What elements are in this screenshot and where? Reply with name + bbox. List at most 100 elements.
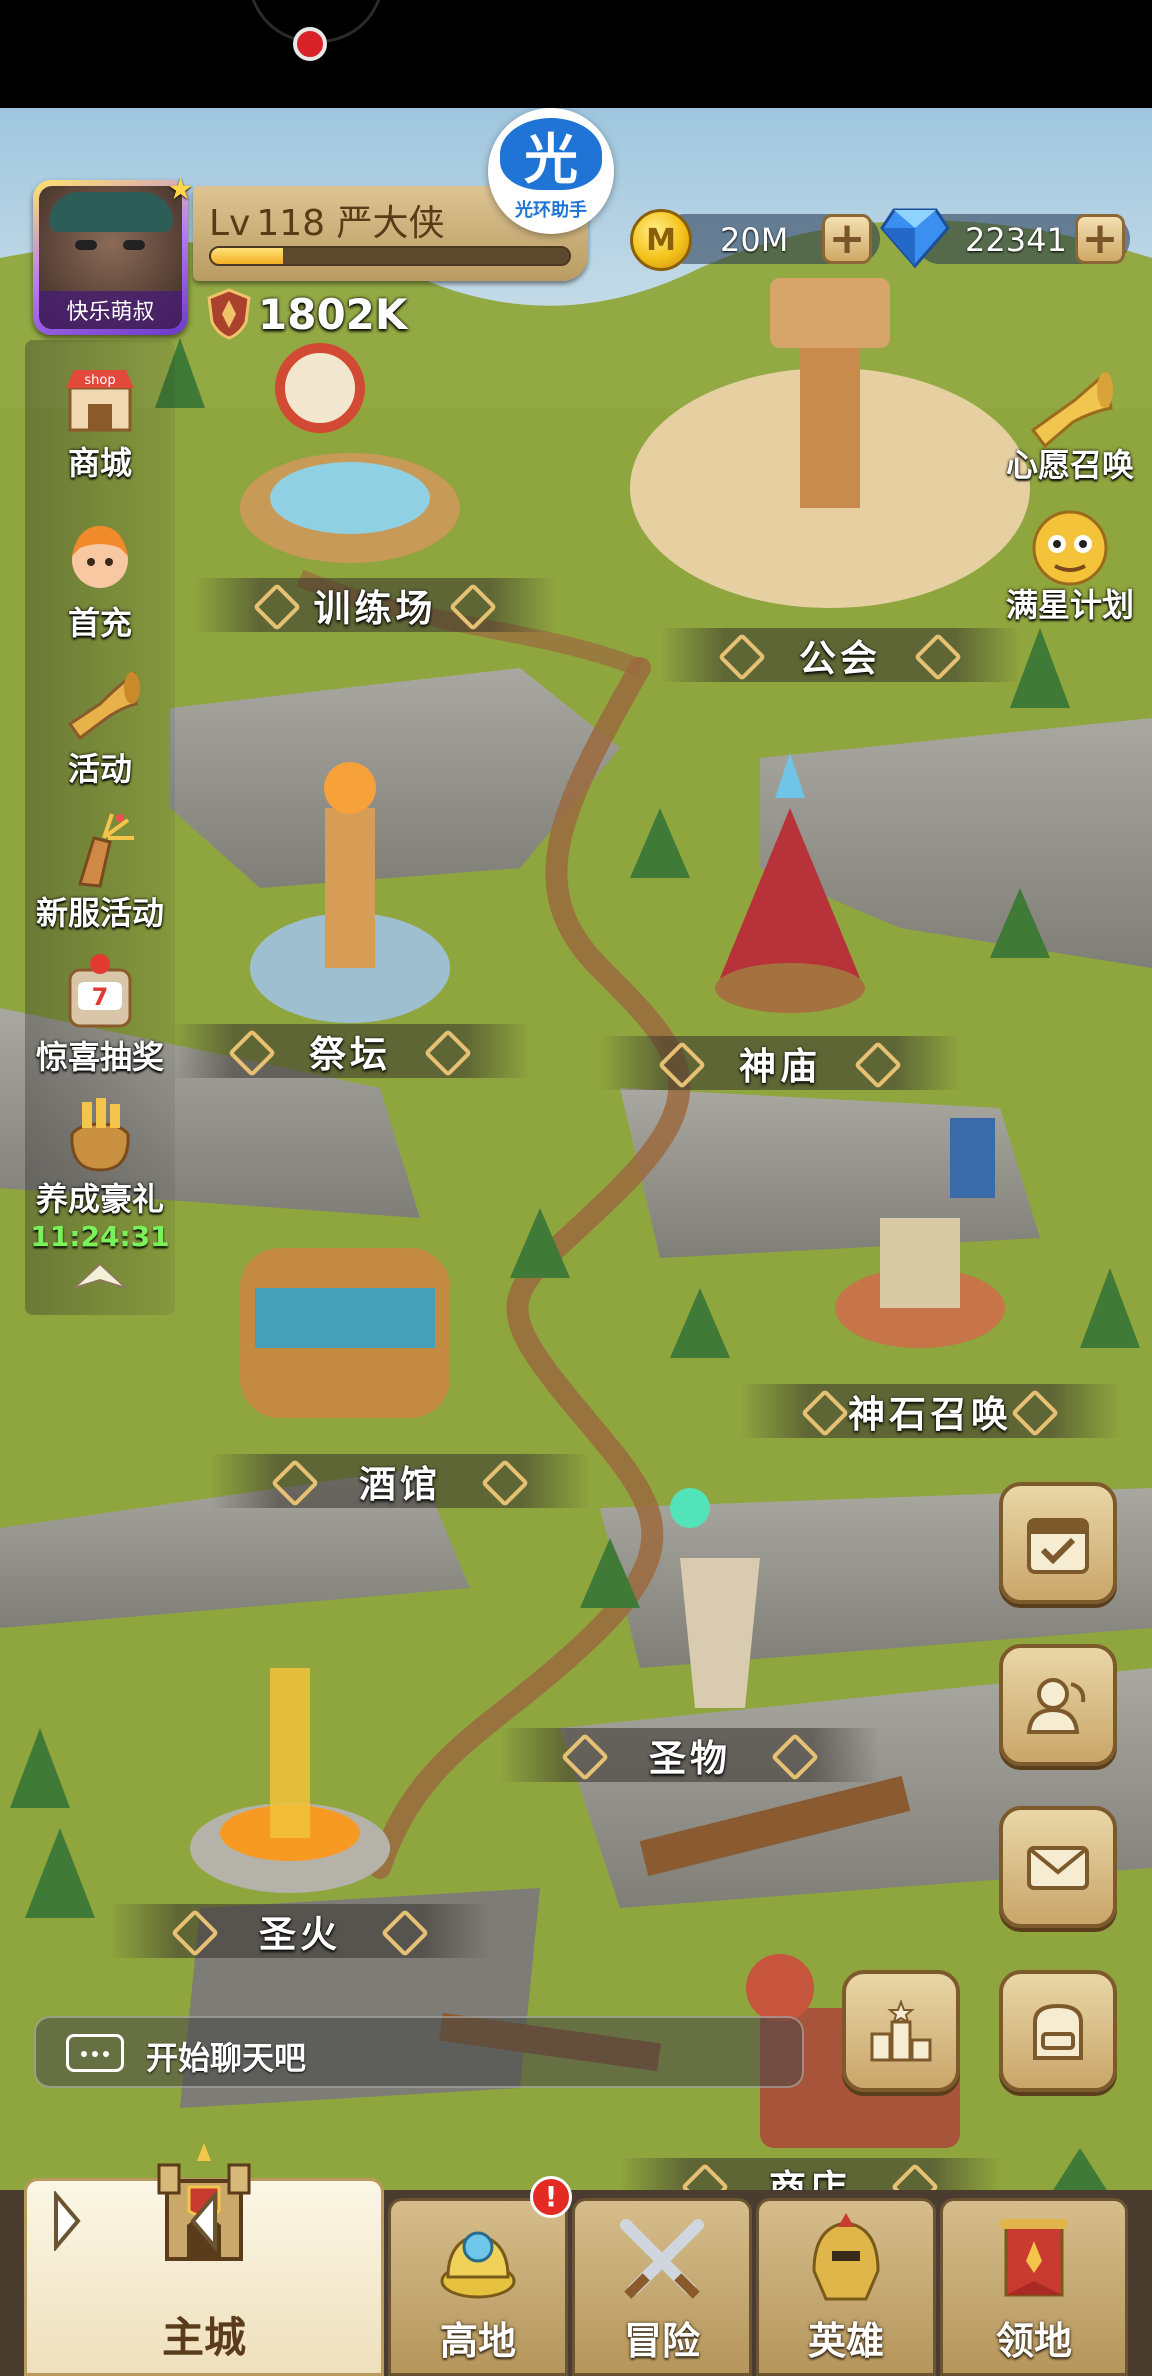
svg-text:shop: shop bbox=[84, 373, 115, 388]
calendar-check-icon bbox=[1027, 1518, 1089, 1574]
banner-icon bbox=[1000, 2219, 1068, 2297]
label-ornament-icon bbox=[227, 1028, 276, 1078]
side-item-label: 新服活动 bbox=[35, 894, 164, 932]
horn-icon bbox=[67, 671, 140, 741]
label-ornament-icon bbox=[171, 1908, 220, 1958]
side-item-events[interactable]: 活动 bbox=[25, 664, 175, 794]
chat-placeholder: 开始聊天吧 bbox=[146, 2039, 307, 2077]
side-item-new-server[interactable]: 新服活动 bbox=[25, 808, 175, 938]
tab-highland[interactable]: 高地 bbox=[388, 2198, 568, 2376]
hero-portrait-icon bbox=[72, 526, 128, 588]
tab-heroes[interactable]: 英雄 bbox=[756, 2198, 936, 2376]
tab-label: 高地 bbox=[439, 2319, 516, 2363]
player-avatar[interactable]: 快乐萌叔 ★ bbox=[33, 172, 194, 335]
label-ornament-icon bbox=[1010, 1388, 1059, 1438]
gold-currency: 20M + bbox=[660, 214, 880, 264]
tab-label: 领地 bbox=[995, 2319, 1072, 2363]
backpack-icon bbox=[1033, 2003, 1083, 2060]
arrow-left-icon bbox=[190, 2191, 217, 2251]
right-item-label: 心愿召唤 bbox=[1005, 446, 1134, 484]
side-item-label: 首充 bbox=[67, 604, 132, 642]
xp-progress-fill bbox=[211, 248, 283, 264]
crossed-swords-icon bbox=[620, 2219, 704, 2299]
avatar-portrait: 快乐萌叔 bbox=[39, 186, 182, 329]
label-ornament-icon bbox=[914, 632, 963, 682]
ranking-button[interactable] bbox=[842, 1970, 960, 2092]
combat-power: 1802K bbox=[206, 288, 407, 340]
helmet-icon bbox=[812, 2213, 880, 2301]
star-icon: ★ bbox=[167, 172, 194, 207]
side-item-growth-gift[interactable]: 养成豪礼 bbox=[25, 1094, 175, 1224]
label-ornament-icon bbox=[854, 1040, 903, 1090]
label-ornament-icon bbox=[801, 1388, 850, 1438]
side-item-lottery[interactable]: 7 惊喜抽奖 bbox=[25, 952, 175, 1082]
label-ornament-icon bbox=[380, 1908, 429, 1958]
label-ornament-icon bbox=[424, 1028, 473, 1078]
friends-icon bbox=[1026, 1678, 1086, 1734]
game-screen: 训练场 公会 祭坛 神庙 神石召唤 酒馆 圣物 圣火 商店 快乐萌叔 ★ Lv … bbox=[0, 0, 1152, 2376]
label-ornament-icon bbox=[561, 1732, 610, 1782]
record-indicator-icon bbox=[293, 27, 327, 61]
tab-adventure[interactable]: 冒险 bbox=[572, 2198, 752, 2376]
side-item-first-recharge[interactable]: 首充 bbox=[25, 518, 175, 648]
building-label-altar[interactable]: 祭坛 bbox=[170, 1024, 530, 1078]
building-label-stone-summon[interactable]: 神石召唤 bbox=[740, 1384, 1120, 1438]
helper-glyph: 光 bbox=[500, 118, 602, 191]
helper-app-badge[interactable]: 光 光环助手 bbox=[488, 108, 614, 234]
diamond-value: 22341 bbox=[965, 221, 1067, 259]
combat-power-value: 1802K bbox=[258, 289, 408, 339]
building-label-temple[interactable]: 神庙 bbox=[600, 1036, 960, 1090]
building-label-training[interactable]: 训练场 bbox=[195, 578, 555, 632]
tab-main-city[interactable]: 主城 bbox=[24, 2143, 384, 2376]
chat-bubble-icon bbox=[66, 2034, 124, 2072]
tab-territory[interactable]: 领地 bbox=[940, 2198, 1128, 2376]
add-gold-button[interactable]: + bbox=[822, 214, 872, 264]
label-ornament-icon bbox=[449, 582, 498, 632]
gold-coin-icon: M bbox=[630, 209, 692, 271]
avatar-title: 快乐萌叔 bbox=[39, 291, 182, 329]
gift-countdown-timer: 11:24:31 bbox=[30, 1220, 170, 1253]
player-level: Lv 118 严大侠 bbox=[209, 203, 445, 244]
add-diamond-button[interactable]: + bbox=[1075, 214, 1125, 264]
tavern-building bbox=[240, 1248, 450, 1418]
label-ornament-icon bbox=[717, 632, 766, 682]
label-ornament-icon bbox=[657, 1040, 706, 1090]
status-bar bbox=[0, 0, 1152, 108]
building-label-sacred-fire[interactable]: 圣火 bbox=[110, 1904, 490, 1958]
label-ornament-icon bbox=[480, 1458, 529, 1508]
mail-button[interactable] bbox=[999, 1806, 1117, 1928]
gold-value: 20M bbox=[720, 221, 789, 259]
xp-progress-bar bbox=[209, 246, 571, 266]
building-label-relic[interactable]: 圣物 bbox=[500, 1728, 880, 1782]
side-item-label: 惊喜抽奖 bbox=[35, 1038, 164, 1076]
arrow-right-icon bbox=[54, 2191, 81, 2251]
right-item-label: 满星计划 bbox=[1005, 586, 1134, 624]
highland-icon bbox=[440, 2231, 516, 2299]
yellow-creature-icon bbox=[1032, 510, 1108, 586]
side-item-label: 活动 bbox=[67, 750, 132, 788]
tab-label: 冒险 bbox=[623, 2319, 700, 2363]
right-item-wish-summon[interactable]: 心愿召唤 bbox=[995, 360, 1145, 500]
backpack-button[interactable] bbox=[999, 1970, 1117, 2092]
tab-label: 英雄 bbox=[807, 2319, 884, 2363]
helper-text: 光环助手 bbox=[515, 200, 587, 221]
podium-icon bbox=[870, 1999, 932, 2062]
notification-badge: ! bbox=[530, 2176, 572, 2218]
diamond-icon bbox=[880, 208, 950, 268]
tab-label: 主城 bbox=[161, 2313, 246, 2362]
power-shield-icon bbox=[207, 288, 251, 340]
mail-icon bbox=[1027, 1846, 1089, 1890]
side-item-shop[interactable]: shop 商城 bbox=[25, 358, 175, 488]
label-ornament-icon bbox=[770, 1732, 819, 1782]
chat-bar[interactable]: 开始聊天吧 bbox=[34, 2016, 804, 2088]
bottom-nav: 主城 高地 冒险 英雄 领地 bbox=[0, 2143, 1152, 2376]
friends-button[interactable] bbox=[999, 1644, 1117, 1766]
player-name: 严大侠 bbox=[336, 203, 445, 244]
shop-icon: shop bbox=[66, 370, 134, 432]
gift-bag-icon bbox=[70, 1098, 130, 1172]
right-item-star-plan[interactable]: 满星计划 bbox=[995, 500, 1145, 640]
building-label-guild[interactable]: 公会 bbox=[660, 628, 1020, 682]
collapse-arrow-icon[interactable] bbox=[70, 1260, 130, 1290]
checkin-button[interactable] bbox=[999, 1482, 1117, 1604]
building-label-tavern[interactable]: 酒馆 bbox=[210, 1454, 590, 1508]
